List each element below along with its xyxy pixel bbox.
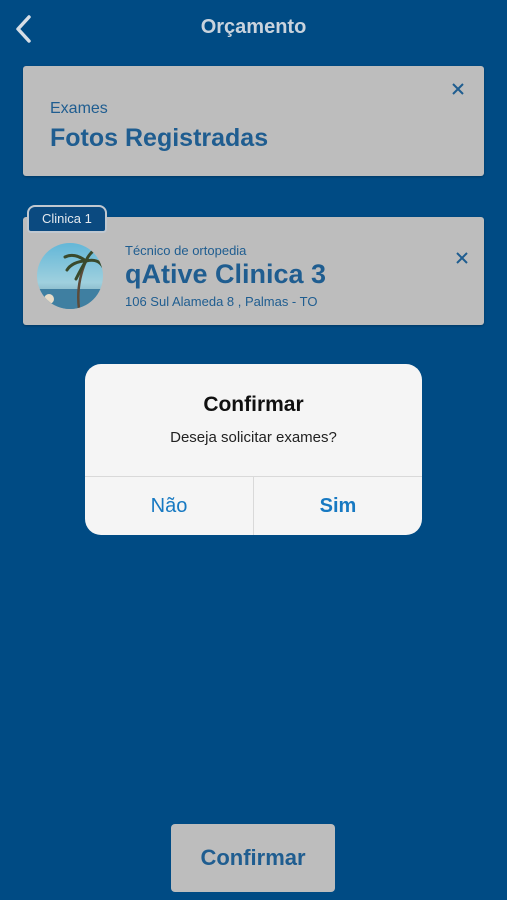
close-icon[interactable]	[447, 78, 469, 100]
dialog-no-button[interactable]: Não	[85, 477, 253, 535]
dialog-message: Deseja solicitar exames?	[170, 429, 337, 446]
confirm-button[interactable]: Confirmar	[171, 824, 335, 892]
clinic-tag: Clinica 1	[27, 205, 107, 233]
close-icon[interactable]	[451, 247, 473, 269]
exam-label: Exames	[50, 100, 108, 117]
exam-card[interactable]: Exames Fotos Registradas	[23, 66, 484, 176]
clinic-specialty: Técnico de ortopedia	[125, 243, 247, 258]
clinic-avatar	[37, 243, 103, 309]
confirm-dialog: Confirmar Deseja solicitar exames? Não S…	[85, 364, 422, 535]
dialog-title: Confirmar	[203, 393, 304, 416]
dialog-yes-button[interactable]: Sim	[254, 477, 422, 535]
header: Orçamento	[0, 0, 507, 60]
clinic-card[interactable]: Técnico de ortopedia qAtive Clinica 3 10…	[23, 217, 484, 325]
exam-value: Fotos Registradas	[50, 124, 269, 152]
clinic-address: 106 Sul Alameda 8 , Palmas - TO	[125, 294, 318, 309]
page-title: Orçamento	[200, 16, 307, 38]
clinic-name: qAtive Clinica 3	[125, 259, 327, 289]
